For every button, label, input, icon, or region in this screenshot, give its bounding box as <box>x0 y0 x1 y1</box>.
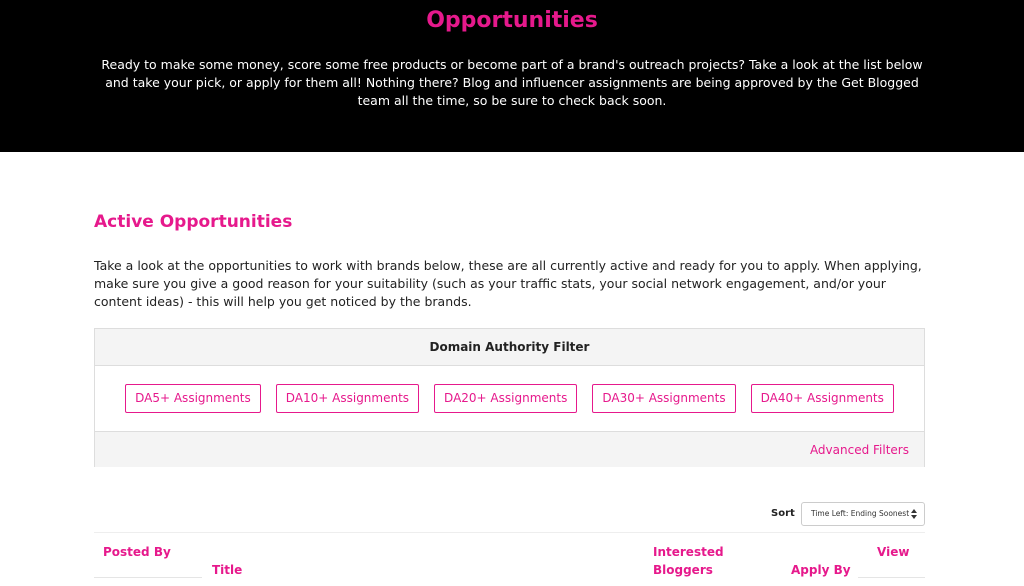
active-opportunities-intro: Take a look at the opportunities to work… <box>94 258 922 309</box>
hero-banner: Opportunities Ready to make some money, … <box>0 0 1024 152</box>
sort-label: Sort <box>771 508 795 519</box>
column-view[interactable]: View <box>877 543 909 561</box>
da30-assignments-button[interactable]: DA30+ Assignments <box>592 384 736 413</box>
column-apply-by[interactable]: Apply By <box>791 561 851 579</box>
hero-description: Ready to make some money, score some fre… <box>101 57 923 108</box>
column-interested-bloggers[interactable]: Interested Bloggers <box>653 543 733 579</box>
header-divider <box>858 577 925 578</box>
header-divider <box>94 577 202 578</box>
advanced-filters-link[interactable]: Advanced Filters <box>810 443 909 457</box>
filter-button-group: DA5+ Assignments DA10+ Assignments DA20+… <box>95 367 924 430</box>
da5-assignments-button[interactable]: DA5+ Assignments <box>125 384 261 413</box>
da40-assignments-button[interactable]: DA40+ Assignments <box>750 384 894 413</box>
sort-selected-value: Time Left: Ending Soonest <box>811 509 910 518</box>
active-opportunities-title: Active Opportunities <box>94 212 293 232</box>
chevron-updown-icon <box>911 508 917 520</box>
domain-authority-filter-panel: Domain Authority Filter DA5+ Assignments… <box>94 328 925 467</box>
column-title[interactable]: Title <box>212 561 242 579</box>
da20-assignments-button[interactable]: DA20+ Assignments <box>434 384 578 413</box>
filter-footer: Advanced Filters <box>95 431 924 467</box>
opportunities-table-header: Posted By Title Interested Bloggers Appl… <box>94 532 925 586</box>
filter-heading: Domain Authority Filter <box>95 329 924 366</box>
page-title: Opportunities <box>426 8 598 33</box>
sort-select[interactable]: Time Left: Ending Soonest <box>801 502 925 526</box>
column-posted-by[interactable]: Posted By <box>103 543 171 561</box>
da10-assignments-button[interactable]: DA10+ Assignments <box>275 384 420 413</box>
